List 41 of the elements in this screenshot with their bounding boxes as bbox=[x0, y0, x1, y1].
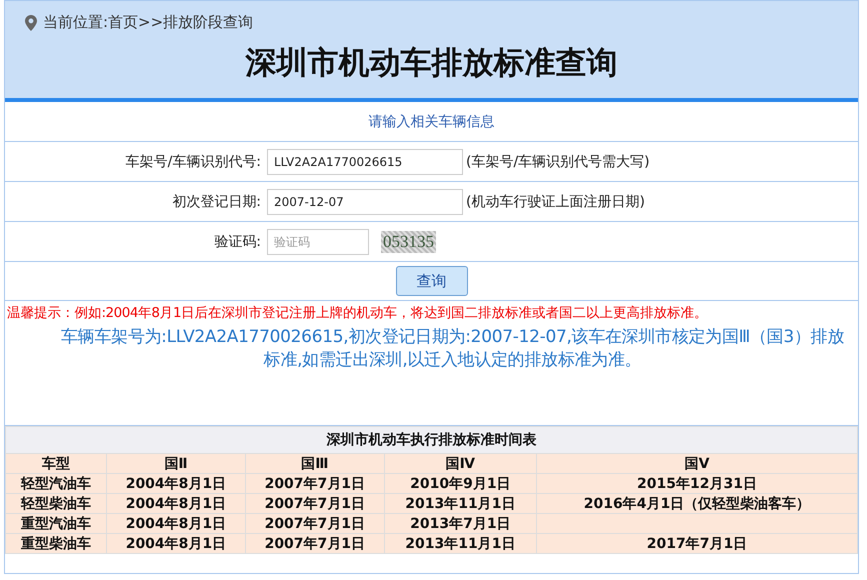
captcha-field[interactable]: 验证码 bbox=[267, 228, 369, 254]
table-cell: 2004年8月1日 bbox=[106, 494, 246, 514]
table-cell: 2013年11月1日 bbox=[384, 534, 536, 554]
result-text: 车辆车架号为:LLV2A2A1770026615,初次登记日期为:2007-12-07,该车在深圳市核定为国Ⅲ（国3）排放标准,如需迁出深圳,以迁入地认定的排放标准为准。 bbox=[60, 326, 846, 372]
table-cell: 重型柴油车 bbox=[6, 534, 106, 554]
input-field[interactable]: 2007-12-07 bbox=[267, 188, 463, 214]
column-header: 车型 bbox=[6, 454, 106, 474]
field-label: 初次登记日期: bbox=[171, 192, 262, 210]
table-cell: 2010年9月1日 bbox=[384, 474, 536, 494]
field-hint: (机动车行驶证上面注册日期) bbox=[466, 192, 645, 210]
input-field[interactable]: LLV2A2A1770026615 bbox=[267, 148, 463, 174]
table-cell: 2007年7月1日 bbox=[245, 494, 384, 514]
table-cell: 2007年7月1日 bbox=[245, 474, 384, 494]
table-cell: 2016年4月1日（仅轻型柴油客车） bbox=[536, 494, 858, 514]
form-prompt: 请输入相关车辆信息 bbox=[368, 112, 494, 130]
table-cell: 轻型汽油车 bbox=[6, 474, 106, 494]
column-header: 国Ⅲ bbox=[245, 454, 384, 474]
table-cell: 2013年11月1日 bbox=[384, 494, 536, 514]
breadcrumb: 当前位置:首页>>排放阶段查询 bbox=[43, 13, 254, 32]
table-cell: 2004年8月1日 bbox=[106, 474, 246, 494]
table-cell: 2004年8月1日 bbox=[106, 514, 246, 534]
page-title: 深圳市机动车排放标准查询 bbox=[244, 46, 618, 80]
table-cell: 2015年12月31日 bbox=[536, 474, 858, 494]
location-pin-icon bbox=[25, 14, 37, 30]
tip-text: 温馨提示：例如:2004年8月1日后在深圳市登记注册上牌的机动车，将达到国二排放标准或者国二以上更高排放标准。 bbox=[7, 304, 709, 322]
table-cell: 2017年7月1日 bbox=[536, 534, 858, 554]
table-caption: 深圳市机动车执行排放标准时间表 bbox=[6, 426, 858, 454]
query-button[interactable]: 查询 bbox=[396, 266, 468, 296]
captcha-image[interactable]: 053135 bbox=[381, 230, 436, 252]
table-cell: 重型汽油车 bbox=[6, 514, 106, 534]
table-cell: 2007年7月1日 bbox=[245, 514, 384, 534]
table-cell: 2007年7月1日 bbox=[245, 534, 384, 554]
column-header: 国Ⅳ bbox=[384, 454, 536, 474]
column-header: 国Ⅴ bbox=[536, 454, 858, 474]
field-label: 验证码: bbox=[213, 232, 262, 250]
column-header: 国Ⅱ bbox=[106, 454, 246, 474]
field-hint: (车架号/车辆识别代号需大写) bbox=[466, 152, 650, 170]
table-cell: 2013年7月1日 bbox=[384, 514, 536, 534]
table-cell: 轻型柴油车 bbox=[6, 494, 106, 514]
field-label: 车架号/车辆识别代号: bbox=[124, 152, 262, 170]
table-cell: 2004年8月1日 bbox=[106, 534, 246, 554]
